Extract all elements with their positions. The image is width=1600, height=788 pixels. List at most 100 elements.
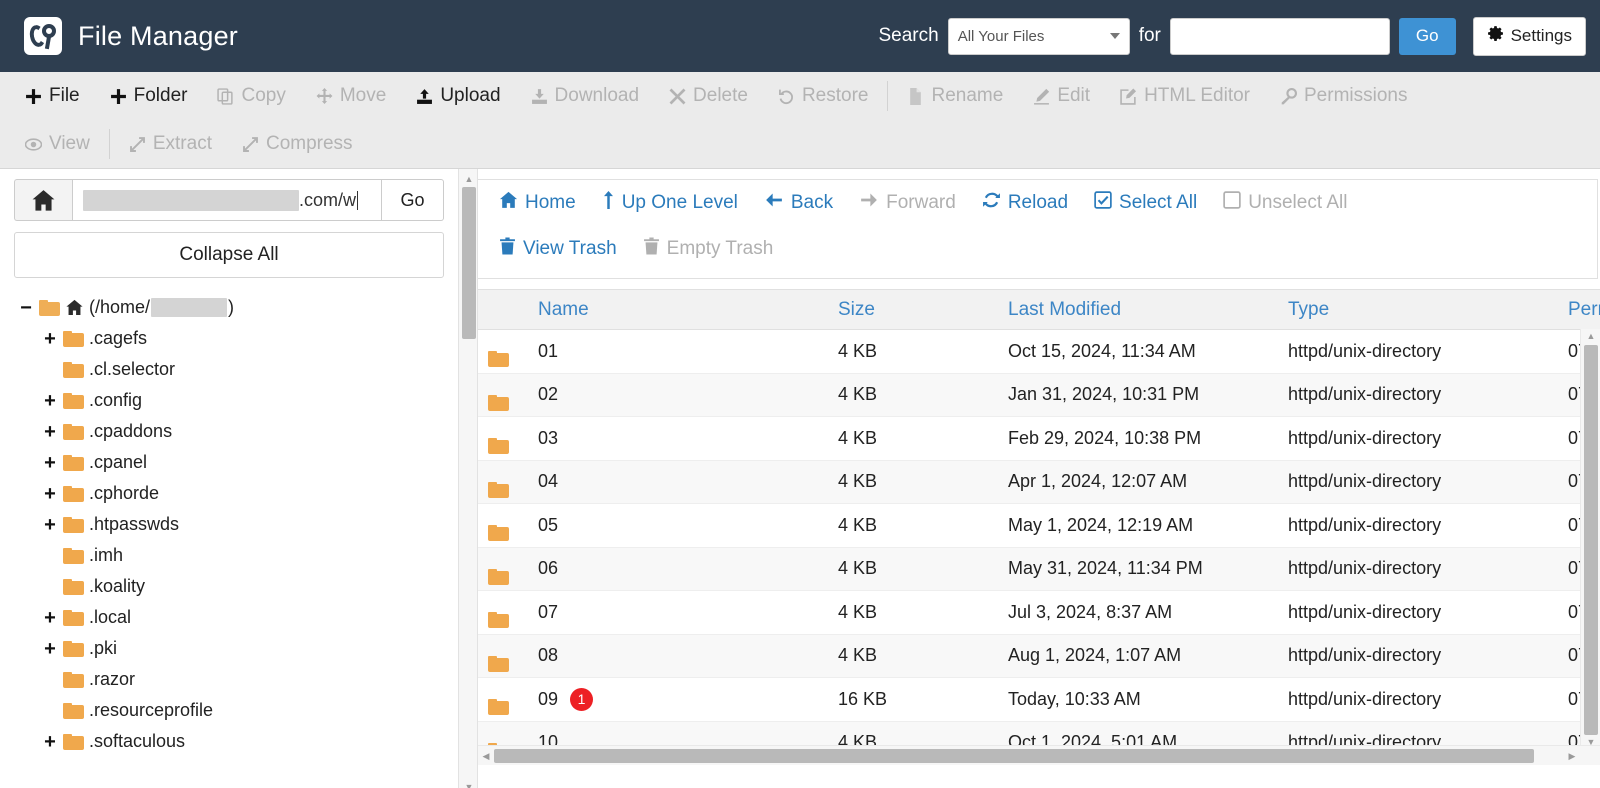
nav-unselect-all-button[interactable]: Unselect All — [1210, 191, 1360, 215]
path-go-button[interactable]: Go — [382, 179, 444, 221]
table-row[interactable]: 06 4 KB May 31, 2024, 11:34 PM httpd/uni… — [478, 547, 1600, 591]
tree-item-softaculous[interactable]: + .softaculous — [14, 726, 444, 757]
search-input[interactable] — [1169, 17, 1390, 55]
col-header-type[interactable]: Type — [1278, 289, 1558, 330]
table-row[interactable]: 08 4 KB Aug 1, 2024, 1:07 AM httpd/unix-… — [478, 634, 1600, 678]
row-name[interactable]: 07 — [528, 590, 828, 635]
new-folder-button[interactable]: Folder — [95, 77, 203, 115]
file-table-wrap: Name Size Last Modified Type Permi 01 4 … — [478, 289, 1600, 765]
tree-expander[interactable]: + — [42, 732, 58, 752]
tree-expander[interactable]: + — [42, 515, 58, 535]
tree-item-resourceprofile[interactable]: + .resourceprofile — [14, 695, 444, 726]
tree-item-label: .razor — [89, 669, 136, 689]
nav-reload-button[interactable]: Reload — [969, 191, 1081, 215]
scroll-up-arrow-icon[interactable]: ▲ — [1581, 329, 1600, 343]
row-name[interactable]: 08 — [528, 634, 828, 678]
nav-home-button[interactable]: Home — [486, 191, 589, 215]
nav-up-one-level-button[interactable]: Up One Level — [589, 191, 751, 215]
row-name[interactable]: 05 — [528, 503, 828, 548]
tree-expander[interactable]: + — [42, 639, 58, 659]
copy-button[interactable]: Copy — [202, 77, 300, 115]
restore-button[interactable]: Restore — [763, 77, 884, 115]
scrollbar-thumb[interactable] — [1584, 345, 1598, 735]
nav-label: Empty Trash — [666, 238, 774, 259]
search-go-button[interactable]: Go — [1398, 17, 1456, 55]
collapse-all-button[interactable]: Collapse All — [14, 232, 444, 278]
edit-button[interactable]: Edit — [1018, 77, 1105, 115]
nav-back-button[interactable]: Back — [751, 191, 846, 215]
tree-expander[interactable]: + — [42, 484, 58, 504]
tree-expander[interactable]: + — [42, 329, 58, 349]
tree-item-imh[interactable]: + .imh — [14, 540, 444, 571]
col-header-size[interactable]: Size — [828, 289, 998, 330]
row-name[interactable]: 01 — [528, 329, 828, 374]
upload-button[interactable]: Upload — [401, 77, 515, 115]
path-input[interactable]: .com/w — [72, 179, 382, 221]
table-row[interactable]: 07 4 KB Jul 3, 2024, 8:37 AM httpd/unix-… — [478, 590, 1600, 635]
settings-button[interactable]: Settings — [1472, 16, 1586, 56]
download-button[interactable]: Download — [516, 77, 655, 115]
path-home-button[interactable] — [14, 179, 72, 221]
empty-box-icon — [1223, 191, 1241, 215]
extract-button[interactable]: Extract — [114, 125, 227, 163]
row-size: 4 KB — [828, 373, 998, 417]
row-name[interactable]: 09 1 — [528, 677, 828, 722]
search-scope-select[interactable]: All Your Files — [947, 17, 1130, 55]
tree-expander[interactable]: − — [18, 298, 34, 318]
scrollbar-thumb[interactable] — [462, 187, 476, 339]
html-editor-button[interactable]: HTML Editor — [1105, 77, 1265, 115]
table-row[interactable]: 03 4 KB Feb 29, 2024, 10:38 PM httpd/uni… — [478, 416, 1600, 461]
tree-item-pki[interactable]: + .pki — [14, 633, 444, 664]
nav-view-trash-button[interactable]: View Trash — [486, 237, 630, 261]
table-row[interactable]: 09 1 16 KB Today, 10:33 AM httpd/unix-di… — [478, 677, 1600, 722]
row-size: 4 KB — [828, 503, 998, 548]
col-header-name[interactable]: Name — [528, 289, 828, 330]
tree-item-htpasswds[interactable]: + .htpasswds — [14, 509, 444, 540]
nav-select-all-button[interactable]: Select All — [1081, 191, 1210, 215]
move-button[interactable]: Move — [301, 77, 401, 115]
scroll-up-arrow-icon[interactable]: ▲ — [459, 171, 479, 187]
tree-expander[interactable]: + — [42, 453, 58, 473]
tree-item-cpaddons[interactable]: + .cpaddons — [14, 416, 444, 447]
row-name[interactable]: 03 — [528, 416, 828, 461]
tree-item-cl-selector[interactable]: + .cl.selector — [14, 354, 444, 385]
tree-expander[interactable]: + — [42, 391, 58, 411]
trash-icon — [643, 237, 660, 261]
row-name[interactable]: 04 — [528, 460, 828, 504]
toolbar-label: File — [49, 85, 80, 106]
tree-item-razor[interactable]: + .razor — [14, 664, 444, 695]
sidebar-scrollbar[interactable]: ▲ ▼ — [458, 169, 478, 788]
tree-expander[interactable]: + — [42, 608, 58, 628]
col-header-permissions[interactable]: Permi — [1558, 289, 1600, 330]
table-row[interactable]: 02 4 KB Jan 31, 2024, 10:31 PM httpd/uni… — [478, 373, 1600, 417]
permissions-button[interactable]: Permissions — [1265, 77, 1422, 115]
tree-item-cphorde[interactable]: + .cphorde — [14, 478, 444, 509]
nav-forward-button[interactable]: Forward — [846, 191, 969, 215]
tree-item-cpanel[interactable]: + .cpanel — [14, 447, 444, 478]
file-name: 02 — [538, 384, 559, 405]
scrollbar-thumb[interactable] — [494, 749, 1534, 763]
delete-button[interactable]: Delete — [654, 77, 763, 115]
new-file-button[interactable]: File — [10, 77, 95, 115]
tree-expander[interactable]: + — [42, 422, 58, 442]
col-header-last-modified[interactable]: Last Modified — [998, 289, 1278, 330]
scroll-right-arrow-icon[interactable]: ▶ — [1564, 746, 1580, 766]
scroll-left-arrow-icon[interactable]: ◀ — [478, 746, 494, 766]
table-row[interactable]: 05 4 KB May 1, 2024, 12:19 AM httpd/unix… — [478, 503, 1600, 548]
compress-button[interactable]: Compress — [227, 125, 368, 163]
tree-item-koality[interactable]: + .koality — [14, 571, 444, 602]
view-button[interactable]: View — [10, 125, 105, 163]
row-name[interactable]: 06 — [528, 547, 828, 591]
tree-item-home[interactable]: − (/home/) — [14, 292, 444, 323]
tree-item-config[interactable]: + .config — [14, 385, 444, 416]
nav-empty-trash-button[interactable]: Empty Trash — [630, 237, 787, 261]
table-row[interactable]: 01 4 KB Oct 15, 2024, 11:34 AM httpd/uni… — [478, 329, 1600, 374]
table-row[interactable]: 04 4 KB Apr 1, 2024, 12:07 AM httpd/unix… — [478, 460, 1600, 504]
row-name[interactable]: 02 — [528, 373, 828, 417]
file-table-vertical-scrollbar[interactable]: ▲ ▼ — [1580, 329, 1600, 765]
tree-item-local[interactable]: + .local — [14, 602, 444, 633]
file-table-horizontal-scrollbar[interactable]: ◀ ▶ — [478, 745, 1600, 765]
rename-button[interactable]: Rename — [892, 77, 1018, 115]
scroll-down-arrow-icon[interactable]: ▼ — [459, 779, 479, 788]
tree-item-cagefs[interactable]: + .cagefs — [14, 323, 444, 354]
